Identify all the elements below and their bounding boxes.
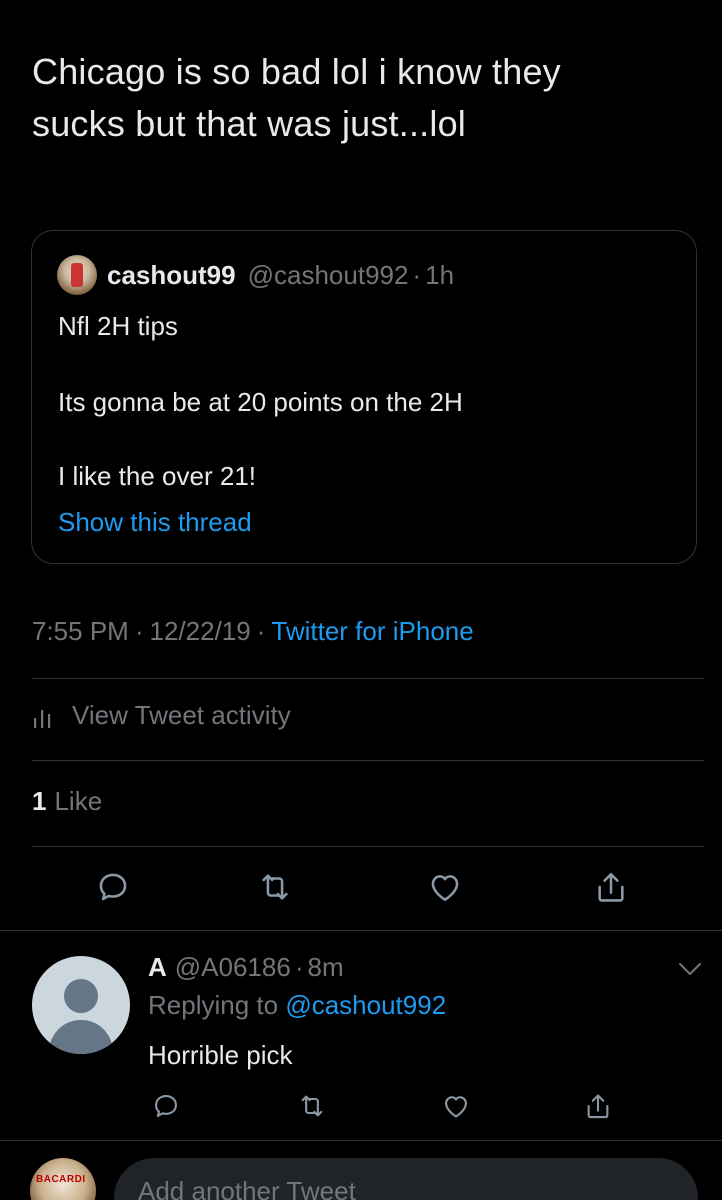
- reply-tweet[interactable]: A @A06186 · 8m Replying to @cashout992 Horr…: [0, 932, 722, 1142]
- quoted-author-handle: @cashout992: [247, 259, 409, 290]
- divider: [0, 1140, 722, 1141]
- tweet-time: 7:55 PM: [32, 616, 129, 646]
- tweet-detail-screen: Chicago is so bad lol i know they sucks …: [0, 0, 722, 1200]
- default-avatar-silhouette: [48, 979, 114, 1054]
- retweet-icon[interactable]: [296, 1092, 328, 1120]
- tweet-text: Chicago is so bad lol i know they sucks …: [32, 46, 672, 150]
- show-thread-link[interactable]: Show this thread: [58, 507, 252, 538]
- composer-avatar[interactable]: BACARDI: [30, 1158, 96, 1200]
- quoted-tweet-header: cashout99 @cashout992 · 1h: [57, 255, 454, 295]
- quoted-tweet-card[interactable]: cashout99 @cashout992 · 1h Nfl 2H tips I…: [31, 230, 697, 564]
- quoted-tweet-line: Its gonna be at 20 points on the 2H: [58, 387, 463, 417]
- heart-icon[interactable]: [440, 1092, 472, 1120]
- tweet-source-link[interactable]: Twitter for iPhone: [271, 616, 473, 646]
- reply-author-name[interactable]: A: [148, 952, 167, 982]
- separator-dot: ·: [134, 616, 144, 646]
- tweet-meta: 7:55 PM · 12/22/19 · Twitter for iPhone: [32, 616, 474, 647]
- tweet-text-line: Chicago is so bad lol i know they: [32, 51, 561, 92]
- share-icon[interactable]: [594, 868, 628, 906]
- quoted-author-avatar: [57, 255, 97, 295]
- reply-header: A @A06186 · 8m: [148, 952, 344, 983]
- avatar-logo-text: BACARDI: [36, 1174, 86, 1185]
- separator-dot: ·: [256, 616, 266, 646]
- reply-text: Horrible pick: [148, 1040, 293, 1070]
- reply-author-handle[interactable]: @A06186: [175, 952, 291, 982]
- default-avatar-icon[interactable]: [32, 956, 130, 1054]
- divider: [32, 678, 704, 679]
- tweet-date: 12/22/19: [149, 616, 251, 646]
- comment-icon[interactable]: [152, 1092, 180, 1120]
- divider: [0, 930, 722, 931]
- bar-chart-icon: [34, 709, 51, 728]
- quoted-tweet-line: I like the over 21!: [58, 461, 256, 491]
- replying-to-mention[interactable]: @cashout992: [285, 990, 446, 1020]
- chevron-down-icon[interactable]: [676, 960, 704, 978]
- likes-number: 1: [32, 786, 47, 816]
- quoted-tweet-time: 1h: [425, 259, 455, 290]
- divider: [32, 760, 704, 761]
- separator-dot: ·: [294, 952, 304, 982]
- share-icon[interactable]: [584, 1090, 612, 1122]
- reply-time: 8m: [307, 952, 344, 982]
- separator-dot: ·: [412, 259, 422, 290]
- tweet-text-line: sucks but that was just...lol: [32, 103, 466, 144]
- divider: [32, 846, 704, 847]
- view-tweet-activity-label: View Tweet activity: [72, 700, 291, 730]
- view-tweet-activity[interactable]: View Tweet activity: [32, 700, 291, 731]
- quoted-author-name: cashout99: [107, 259, 236, 290]
- replying-to-prefix: Replying to: [148, 990, 279, 1020]
- add-tweet-input[interactable]: Add another Tweet: [114, 1158, 698, 1200]
- replying-to: Replying to @cashout992: [148, 990, 446, 1021]
- heart-icon[interactable]: [426, 870, 464, 904]
- comment-icon[interactable]: [96, 870, 130, 904]
- likes-count[interactable]: 1 Like: [32, 786, 102, 817]
- add-tweet-placeholder: Add another Tweet: [138, 1176, 356, 1200]
- likes-label: Like: [54, 786, 103, 816]
- quoted-tweet-line: Nfl 2H tips: [58, 311, 178, 341]
- retweet-icon[interactable]: [256, 870, 294, 904]
